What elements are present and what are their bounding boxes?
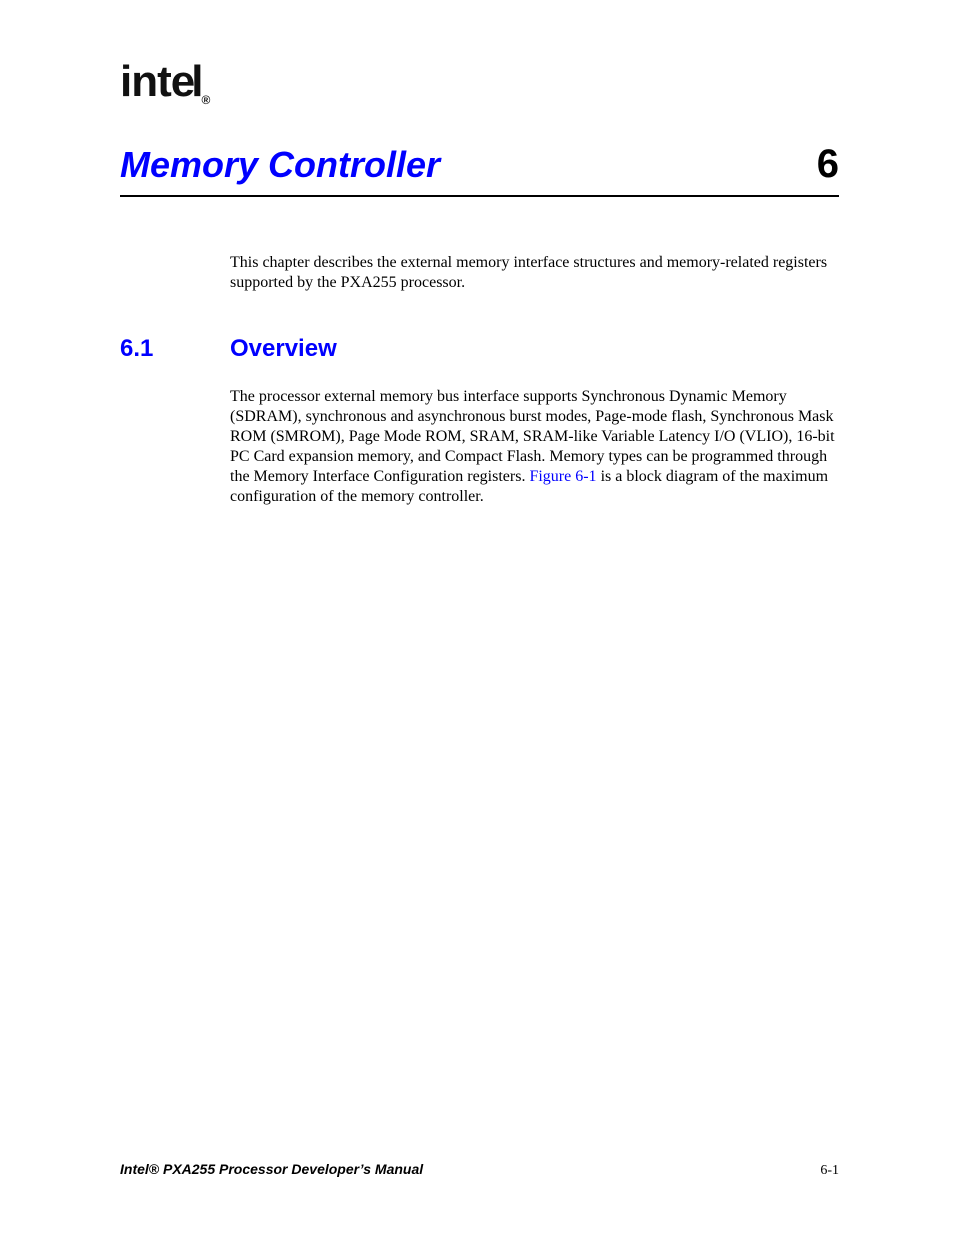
- chapter-title: Memory Controller: [120, 144, 440, 186]
- figure-link[interactable]: Figure 6-1: [529, 468, 596, 485]
- footer-title: Intel® PXA255 Processor Developer’s Manu…: [120, 1161, 423, 1177]
- section-heading-row: 6.1 Overview: [120, 335, 839, 363]
- section-heading: Overview: [230, 335, 337, 363]
- chapter-title-row: Memory Controller 6: [120, 142, 839, 197]
- chapter-intro: This chapter describes the external memo…: [230, 253, 839, 293]
- chapter-number: 6: [817, 142, 839, 187]
- page-footer: Intel® PXA255 Processor Developer’s Manu…: [120, 1161, 839, 1179]
- section-number: 6.1: [120, 335, 230, 363]
- footer-page-number: 6-1: [820, 1163, 839, 1179]
- intel-logo: intel®: [120, 60, 839, 106]
- page: intel® Memory Controller 6 This chapter …: [0, 0, 954, 1235]
- registered-mark: ®: [199, 93, 210, 107]
- section-body: The processor external memory bus interf…: [230, 387, 839, 507]
